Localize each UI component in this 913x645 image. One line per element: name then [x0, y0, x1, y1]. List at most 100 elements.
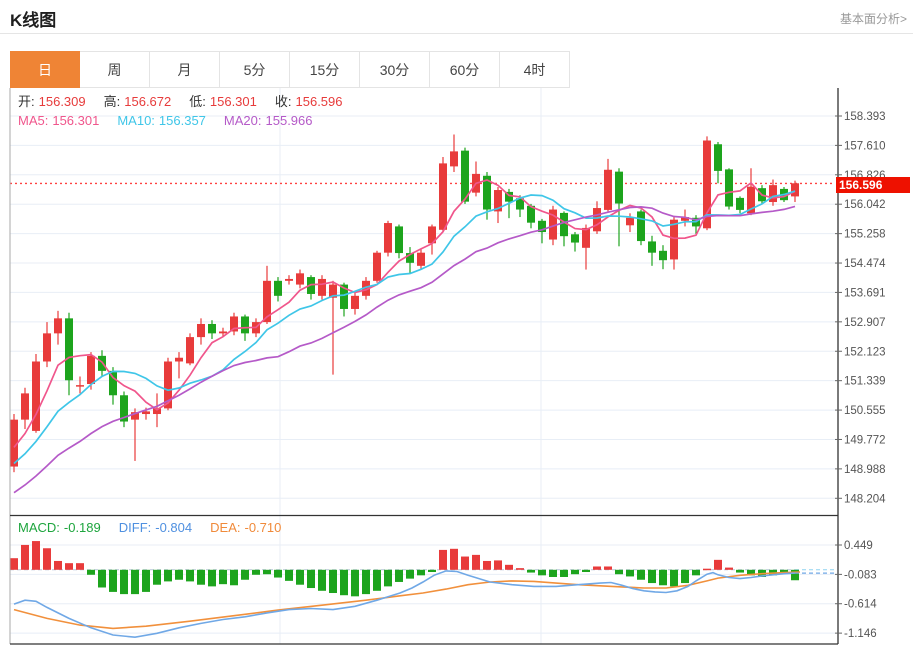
macd-bar	[87, 570, 95, 575]
axis-tick-label: 154.474	[844, 258, 886, 270]
macd-bar	[582, 570, 590, 572]
macd-bar	[384, 570, 392, 587]
macd-bar	[10, 558, 18, 570]
candle-body	[604, 170, 612, 210]
macd-bar	[615, 570, 623, 574]
legend-item: 低:156.301	[189, 94, 261, 109]
macd-bar	[307, 570, 315, 588]
candle-body	[54, 318, 62, 333]
axis-tick-label: 158.393	[844, 111, 886, 123]
axis-tick-label: 157.610	[844, 140, 886, 152]
candle-body	[714, 144, 722, 171]
axis-tick-label: 152.907	[844, 317, 886, 329]
candle-body	[626, 218, 634, 226]
macd-bar	[274, 570, 282, 578]
candle-body	[43, 333, 51, 361]
axis-tick-label: 155.258	[844, 229, 886, 241]
macd-bar	[65, 563, 73, 570]
macd-bar	[648, 570, 656, 583]
macd-bar	[54, 561, 62, 570]
candle-body	[351, 296, 359, 309]
candle-body	[65, 318, 73, 380]
macd-bar	[362, 570, 370, 594]
legend-item: DEA:-0.710	[210, 520, 285, 535]
candle-body	[296, 273, 304, 284]
macd-bar	[109, 570, 117, 592]
macd-bar	[329, 570, 337, 593]
macd-bar	[252, 570, 260, 575]
macd-bar	[593, 566, 601, 569]
candle-body	[571, 234, 579, 242]
candle-body	[648, 241, 656, 252]
axis-tick-label: 156.042	[844, 199, 886, 211]
macd-bar	[659, 570, 667, 585]
candle-body	[439, 163, 447, 229]
macd-bar	[417, 570, 425, 576]
axis-tick-label: -1.146	[844, 628, 877, 640]
macd-bar	[483, 561, 491, 570]
macd-bar	[32, 541, 40, 570]
macd-bar	[318, 570, 326, 591]
candle-body	[659, 251, 667, 260]
macd-bar	[351, 570, 359, 597]
macd-bar	[450, 549, 458, 570]
candle-body	[791, 183, 799, 196]
macd-bar	[98, 570, 106, 588]
candle-body	[186, 337, 194, 363]
macd-bar	[296, 570, 304, 585]
axis-tick-label: 0.449	[844, 540, 873, 552]
macd-bar	[505, 565, 513, 570]
axis-tick-label: 152.123	[844, 346, 886, 358]
candle-body	[274, 281, 282, 296]
macd-bar	[175, 570, 183, 580]
macd-bar	[131, 570, 139, 594]
candle-body	[197, 324, 205, 337]
candle-body	[593, 208, 601, 231]
macd-bar	[670, 570, 678, 587]
candle-body	[373, 253, 381, 281]
ma-legend: MA5:156.301MA10:156.357MA20:155.966	[18, 113, 331, 128]
macd-bar	[461, 557, 469, 570]
axis-tick-label: 153.691	[844, 287, 886, 299]
macd-bar	[472, 555, 480, 570]
macd-bar	[527, 570, 535, 573]
legend-item: 开:156.309	[18, 94, 90, 109]
macd-bar	[626, 570, 634, 577]
macd-bar	[186, 570, 194, 582]
legend-item: 高:156.672	[104, 94, 176, 109]
candle-body	[175, 358, 183, 362]
ohlc-legend: 开:156.309高:156.672低:156.301收:156.596	[18, 91, 361, 110]
axis-tick-label: 150.555	[844, 405, 886, 417]
candle-body	[384, 223, 392, 253]
macd-bar	[538, 570, 546, 576]
macd-bar	[164, 570, 172, 582]
macd-bar	[395, 570, 403, 582]
candle-body	[615, 172, 623, 204]
macd-bar	[406, 570, 414, 579]
legend-item: MA10:156.357	[117, 113, 210, 128]
candle-body	[318, 279, 326, 296]
candle-body	[208, 324, 216, 333]
candle-body	[670, 220, 678, 260]
macd-bar	[43, 548, 51, 570]
candle-body	[76, 385, 84, 387]
macd-bar	[120, 570, 128, 594]
macd-bar	[340, 570, 348, 595]
macd-bar	[516, 568, 524, 570]
candle-body	[241, 316, 249, 333]
candle-body	[87, 356, 95, 384]
macd-bar	[692, 570, 700, 576]
macd-bar	[21, 545, 29, 570]
candle-body	[219, 331, 227, 333]
macd-bar	[714, 560, 722, 570]
current-price-badge: 156.596	[836, 177, 910, 193]
candle-body	[417, 253, 425, 266]
axis-tick-label: 148.204	[844, 493, 886, 505]
kline-page: K线图 基本面分析> 日周月5分15分30分60分4时 158.393157.6…	[0, 0, 913, 645]
macd-bar	[604, 566, 612, 569]
macd-bar	[439, 550, 447, 570]
macd-bar	[494, 560, 502, 569]
axis-tick-label: -0.083	[844, 569, 877, 581]
candle-body	[725, 169, 733, 206]
candle-body	[736, 198, 744, 210]
